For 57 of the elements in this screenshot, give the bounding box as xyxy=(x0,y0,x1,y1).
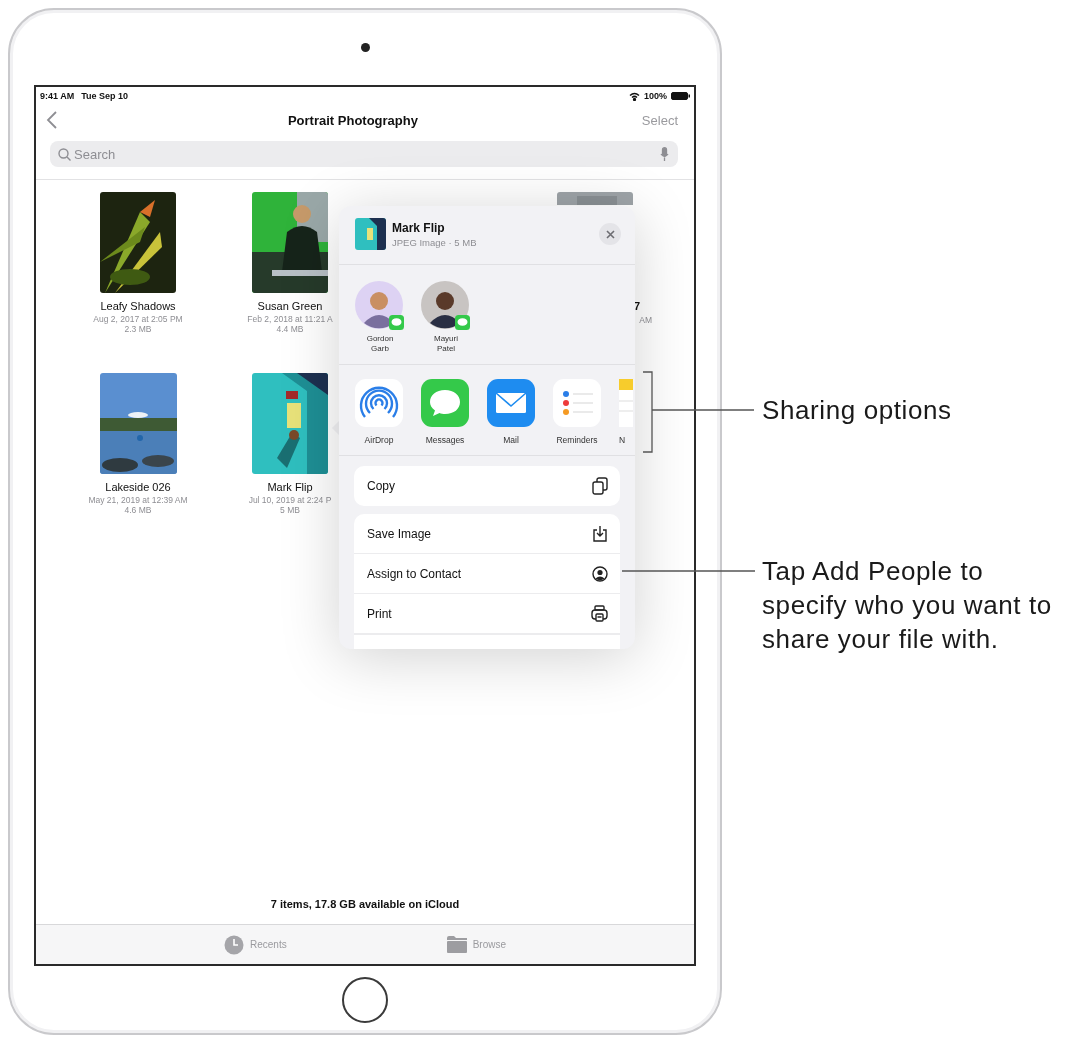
file-name[interactable]: Susan Green xyxy=(257,300,323,312)
status-date: Tue Sep 10 xyxy=(81,91,129,101)
contact-name: Gordon Garb xyxy=(365,334,395,354)
contact-name: Mayuri Patel xyxy=(433,334,459,354)
download-tray-icon xyxy=(592,525,608,542)
search-icon xyxy=(58,147,71,161)
file-size: 4.6 MB xyxy=(124,505,152,515)
share-action[interactable]: Copy xyxy=(354,466,620,506)
microphone-icon xyxy=(660,146,669,162)
close-icon xyxy=(605,229,615,239)
storage-summary: 7 items, 17.8 GB available on iCloud xyxy=(270,898,460,910)
camera xyxy=(360,43,370,52)
message-badge-icon xyxy=(389,315,404,330)
file-date: AM xyxy=(639,315,652,325)
file-name[interactable]: Leafy Shadows xyxy=(100,300,176,312)
file-date: Aug 2, 2017 at 2:05 PM xyxy=(93,314,183,324)
callout-text: Tap Add People to specify who you want to share your file with. xyxy=(762,555,1053,656)
notepad-icon xyxy=(619,379,633,427)
file-name[interactable]: Mark Flip xyxy=(267,481,313,493)
share-app[interactable]: Messages xyxy=(421,379,469,445)
share-app[interactable]: AirDrop xyxy=(355,379,403,445)
share-app[interactable]: Reminders xyxy=(553,379,601,445)
person-circle-icon xyxy=(592,565,608,582)
share-app[interactable]: Mail xyxy=(487,379,535,445)
file-size: 5 MB xyxy=(280,505,300,515)
file-name[interactable]: Lakeside 026 xyxy=(105,481,171,493)
avatar[interactable] xyxy=(421,281,471,331)
folder-icon xyxy=(446,936,467,953)
envelope-icon xyxy=(487,379,535,427)
wifi-icon xyxy=(628,91,640,101)
file-size: 4.4 MB xyxy=(276,324,304,334)
chevron-left-icon xyxy=(46,110,58,130)
printer-icon xyxy=(591,605,608,622)
file-date: Jul 10, 2019 at 2:24 P xyxy=(248,495,332,505)
battery-percent: 100% xyxy=(643,91,667,101)
copy-icon xyxy=(592,477,608,495)
clock-icon xyxy=(223,934,244,955)
file-name: Mark Flip xyxy=(392,220,446,235)
share-app[interactable]: N xyxy=(619,379,633,445)
callout-text: Sharing options xyxy=(762,394,953,427)
file-info: JPEG Image · 5 MB xyxy=(392,236,478,248)
share-action[interactable]: Assign to Contact xyxy=(354,554,620,594)
share-action[interactable]: Save Image xyxy=(354,514,620,554)
list-icon xyxy=(553,379,601,427)
home-button[interactable] xyxy=(342,977,388,1023)
message-badge-icon xyxy=(455,315,470,330)
file-date: Feb 2, 2018 at 11:21 A xyxy=(247,314,333,324)
nav-title: Portrait Photography xyxy=(287,112,418,128)
battery-icon xyxy=(671,92,690,100)
airdrop-icon xyxy=(355,379,403,427)
close-button[interactable] xyxy=(599,223,621,245)
search-field[interactable]: Search xyxy=(50,141,678,167)
file-size: 2.3 MB xyxy=(124,324,152,334)
file-date: May 21, 2019 at 12:39 AM xyxy=(88,495,188,505)
share-action[interactable]: Print xyxy=(354,594,620,634)
speech-bubble-icon xyxy=(421,379,469,427)
status-time: 9:41 AM xyxy=(40,91,75,101)
